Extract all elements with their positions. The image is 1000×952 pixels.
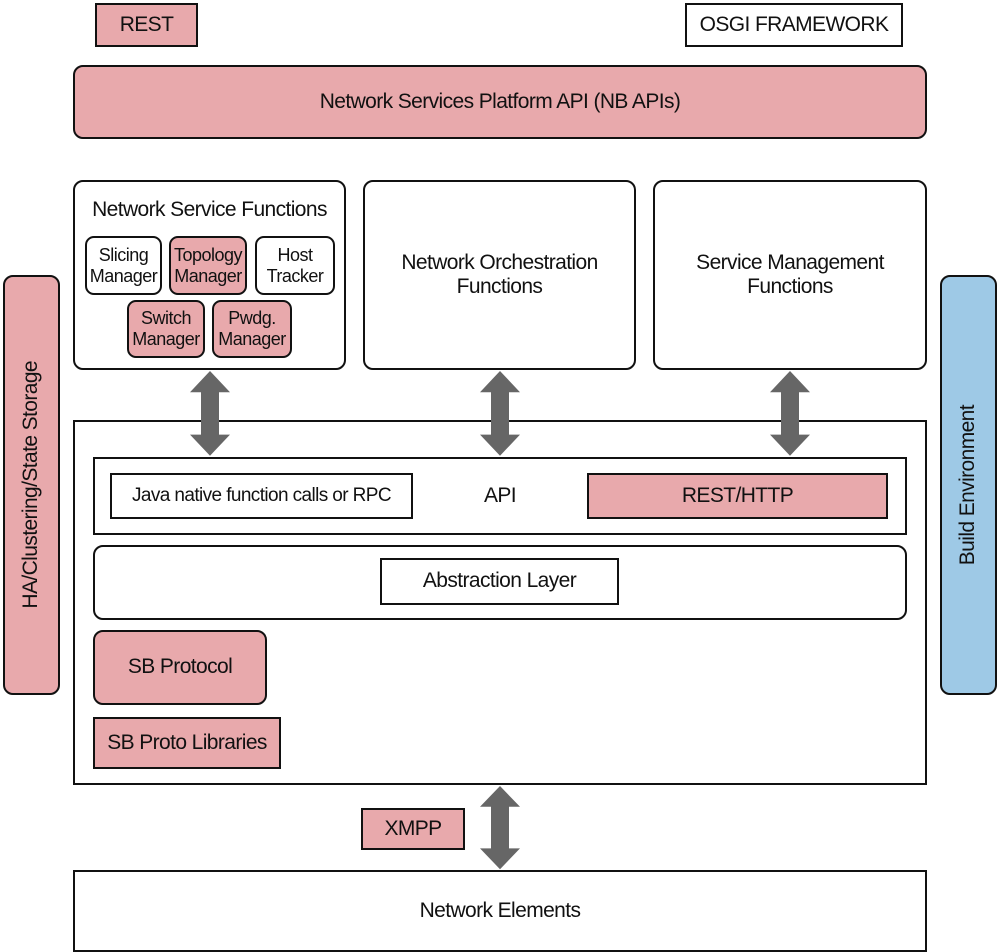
double-arrow-icon: [190, 371, 230, 456]
double-arrow-icon: [770, 371, 810, 456]
arrows: [190, 371, 810, 870]
double-arrow-icon: [480, 371, 520, 456]
double-arrow-icon: [480, 786, 520, 870]
